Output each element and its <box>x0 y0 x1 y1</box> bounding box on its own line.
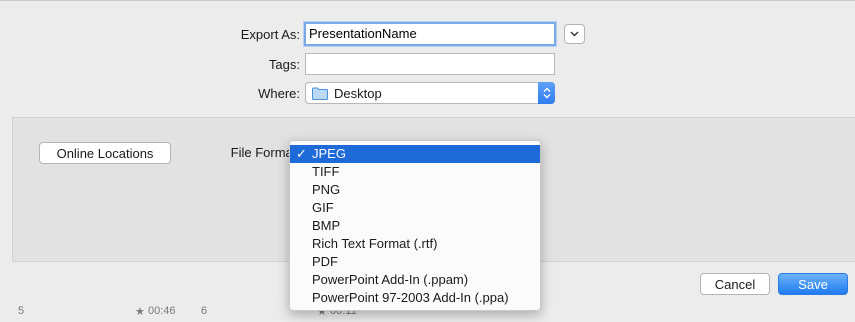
export-as-label: Export As: <box>240 27 300 42</box>
background-row-number: 6 <box>201 305 208 317</box>
export-as-field[interactable]: PresentationName <box>304 22 556 46</box>
format-option-ppam[interactable]: PowerPoint Add-In (.ppam) <box>290 271 540 289</box>
sheet-top-edge <box>0 0 855 1</box>
format-option-rtf[interactable]: Rich Text Format (.rtf) <box>290 235 540 253</box>
cancel-button[interactable]: Cancel <box>700 273 770 295</box>
format-option-pdf[interactable]: PDF <box>290 253 540 271</box>
format-option-gif[interactable]: GIF <box>290 199 540 217</box>
format-option-ppa[interactable]: PowerPoint 97-2003 Add-In (.ppa) <box>290 289 540 307</box>
popup-stepper <box>538 82 555 104</box>
format-option-png[interactable]: PNG <box>290 181 540 199</box>
tags-field[interactable] <box>305 53 555 75</box>
file-format-menu: ✓ JPEG TIFF PNG GIF BMP Rich Text Format… <box>289 140 541 311</box>
format-option-jpeg[interactable]: ✓ JPEG <box>290 145 540 163</box>
format-option-tiff[interactable]: TIFF <box>290 163 540 181</box>
checkmark-icon: ✓ <box>296 146 307 161</box>
folder-icon <box>312 87 328 100</box>
star-icon: ★ <box>135 306 145 318</box>
background-row-number: 5 <box>18 305 25 317</box>
online-locations-button[interactable]: Online Locations <box>39 142 171 164</box>
format-option-bmp[interactable]: BMP <box>290 217 540 235</box>
where-label: Where: <box>258 86 300 101</box>
up-down-chevron-icon <box>543 87 550 99</box>
where-popup[interactable]: Desktop <box>305 82 555 104</box>
format-option-label: JPEG <box>312 146 346 161</box>
where-value: Desktop <box>334 85 382 101</box>
expand-dialog-button[interactable] <box>564 24 585 44</box>
chevron-down-icon <box>570 31 579 37</box>
file-format-label: File Format: <box>230 145 300 160</box>
background-row-duration: 00:46 <box>148 305 176 317</box>
tags-label: Tags: <box>268 57 300 72</box>
save-button[interactable]: Save <box>778 273 848 295</box>
